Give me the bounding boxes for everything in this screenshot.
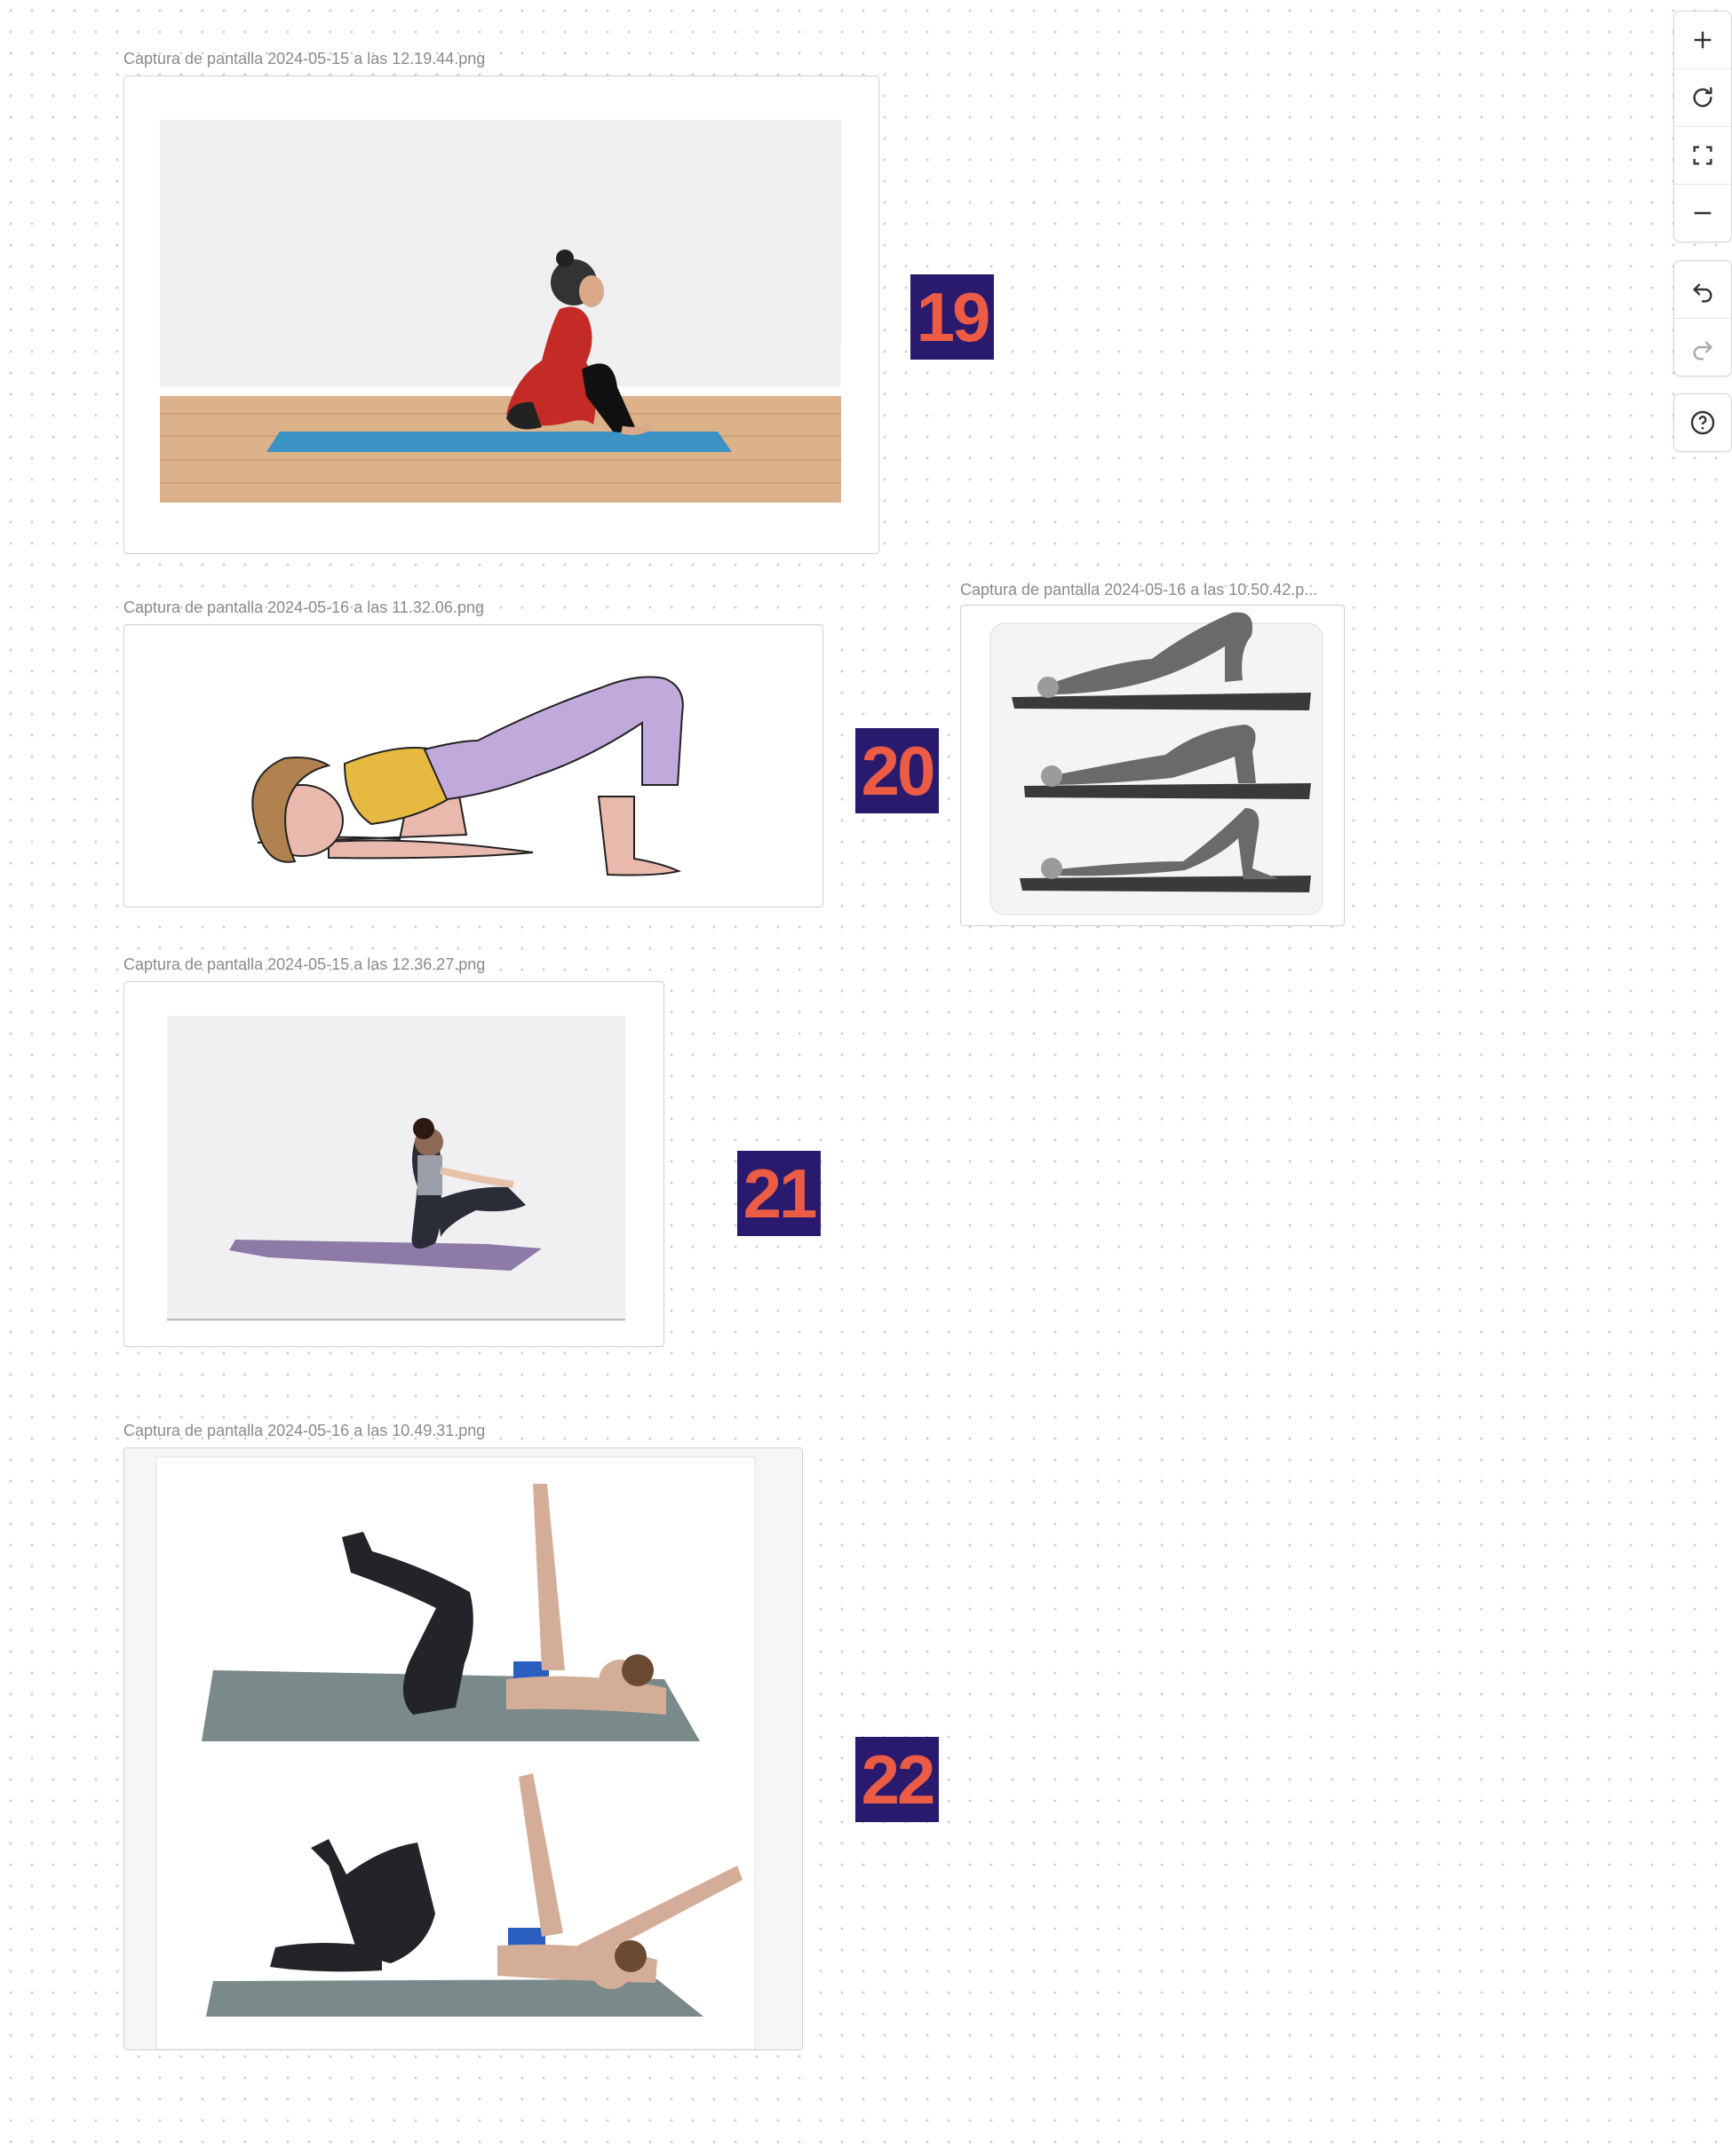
fit-to-screen-button[interactable] bbox=[1674, 127, 1731, 185]
dead-bug-photo bbox=[124, 1448, 802, 2049]
help-button[interactable] bbox=[1674, 394, 1731, 451]
image-card[interactable] bbox=[960, 605, 1345, 926]
step-number-badge: 21 bbox=[737, 1151, 821, 1236]
image-caption: Captura de pantalla 2024-05-15 a las 12.… bbox=[123, 955, 486, 973]
step-number-badge: 20 bbox=[855, 728, 939, 813]
plus-icon bbox=[1694, 31, 1712, 49]
image-card[interactable] bbox=[123, 981, 664, 1347]
image-caption: Captura de pantalla 2024-05-16 a las 10.… bbox=[123, 1422, 486, 1439]
help-controls bbox=[1673, 393, 1732, 452]
bridge-sequence-photo bbox=[989, 612, 1323, 916]
image-caption: Captura de pantalla 2024-05-15 a las 12.… bbox=[123, 50, 486, 67]
undo-icon bbox=[1692, 283, 1712, 303]
zoom-controls bbox=[1673, 11, 1732, 242]
help-icon bbox=[1690, 410, 1715, 435]
history-controls bbox=[1673, 260, 1732, 377]
fullscreen-icon bbox=[1693, 146, 1712, 165]
redo-button[interactable] bbox=[1674, 319, 1731, 376]
zoom-out-button[interactable] bbox=[1674, 185, 1731, 242]
v-sit-photo bbox=[167, 1016, 625, 1321]
minus-icon bbox=[1694, 211, 1712, 215]
image-card[interactable] bbox=[123, 624, 823, 908]
seated-knee-hug-photo bbox=[160, 120, 841, 503]
step-number-badge: 19 bbox=[910, 274, 994, 360]
image-card[interactable] bbox=[123, 1447, 803, 2050]
image-card[interactable] bbox=[123, 75, 879, 554]
undo-button[interactable] bbox=[1674, 261, 1731, 319]
refresh-icon bbox=[1693, 87, 1712, 107]
step-number-badge: 22 bbox=[855, 1737, 939, 1822]
zoom-in-button[interactable] bbox=[1674, 12, 1731, 69]
reset-view-button[interactable] bbox=[1674, 69, 1731, 127]
glute-bridge-illustration bbox=[251, 676, 684, 876]
image-caption: Captura de pantalla 2024-05-16 a las 11.… bbox=[123, 598, 484, 616]
redo-icon bbox=[1693, 341, 1713, 361]
image-caption: Captura de pantalla 2024-05-16 a las 10.… bbox=[960, 581, 1318, 598]
